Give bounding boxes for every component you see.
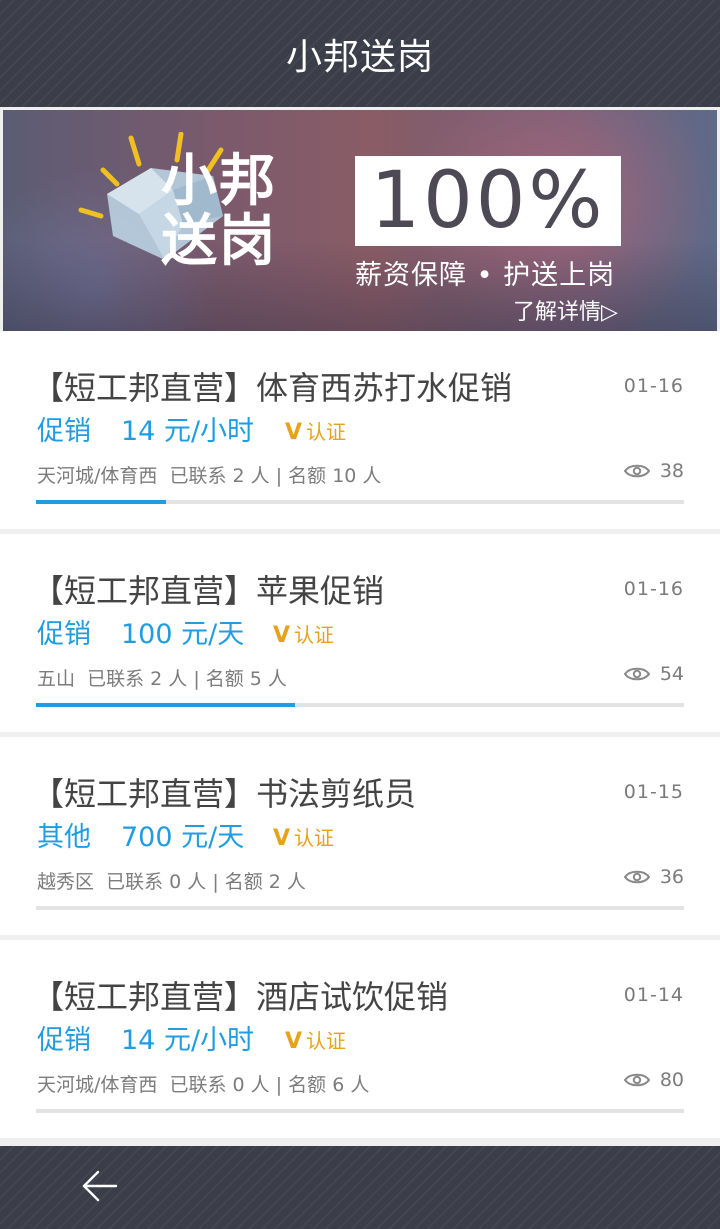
job-category: 促销 bbox=[37, 1025, 91, 1056]
job-quota: 名额 6 人 bbox=[288, 1074, 370, 1096]
job-date: 01-14 bbox=[623, 984, 684, 1006]
job-location: 天河城/体育西 bbox=[37, 465, 158, 487]
eye-icon bbox=[623, 464, 650, 478]
job-date: 01-16 bbox=[623, 375, 684, 397]
verified-label: 认证 bbox=[306, 420, 347, 444]
banner-logo-line1: 小邦 bbox=[161, 149, 277, 214]
job-card[interactable]: 【短工邦直营】苹果促销 01-16 促销 100 元/天 V 认证 五山 已联系 … bbox=[0, 534, 720, 732]
verified-badge: V 认证 bbox=[285, 1025, 346, 1054]
top-bar: 小邦送岗 bbox=[0, 0, 720, 107]
job-quota: 名额 5 人 bbox=[205, 668, 287, 690]
view-count: 54 bbox=[623, 663, 684, 685]
banner-slogan: 薪资保障 • 护送上岗 bbox=[355, 260, 616, 291]
verified-label: 认证 bbox=[306, 1029, 347, 1053]
job-location: 天河城/体育西 bbox=[37, 1074, 158, 1096]
job-contacted: 已联系 2 人 bbox=[169, 465, 270, 487]
banner-logo-line2: 送岗 bbox=[161, 209, 277, 274]
job-card[interactable]: 【短工邦直营】书法剪纸员 01-15 其他 700 元/天 V 认证 越秀区 已联… bbox=[0, 737, 720, 935]
job-contacted: 已联系 0 人 bbox=[169, 1074, 270, 1096]
verified-label: 认证 bbox=[294, 826, 335, 850]
view-count: 38 bbox=[623, 460, 684, 482]
percentage-box: 100% bbox=[355, 156, 621, 246]
job-meta: 天河城/体育西 已联系 0 人 | 名额 6 人 bbox=[37, 1074, 370, 1096]
job-category: 促销 bbox=[37, 619, 91, 650]
view-count-value: 54 bbox=[659, 663, 684, 685]
job-location: 五山 bbox=[37, 668, 76, 690]
view-count-value: 80 bbox=[659, 1069, 684, 1091]
job-title: 【短工邦直营】苹果促销 bbox=[32, 572, 385, 610]
view-count: 36 bbox=[623, 866, 684, 888]
job-meta: 天河城/体育西 已联系 2 人 | 名额 10 人 bbox=[37, 465, 382, 487]
job-quota: 名额 2 人 bbox=[224, 871, 306, 893]
job-salary: 700 元/天 bbox=[121, 822, 245, 853]
job-salary: 14 元/小时 bbox=[121, 1025, 255, 1056]
verified-v-icon: V bbox=[273, 826, 291, 851]
job-card[interactable]: 【短工邦直营】酒店试饮促销 01-14 促销 14 元/小时 V 认证 天河城/体… bbox=[0, 940, 720, 1138]
job-date: 01-16 bbox=[623, 578, 684, 600]
view-count-value: 38 bbox=[659, 460, 684, 482]
job-location: 越秀区 bbox=[37, 871, 95, 893]
progress-track bbox=[36, 500, 684, 504]
eye-icon bbox=[623, 1073, 650, 1087]
job-contacted: 已联系 0 人 bbox=[106, 871, 207, 893]
verified-label: 认证 bbox=[294, 623, 335, 647]
progress-track bbox=[36, 906, 684, 910]
job-salary: 100 元/天 bbox=[121, 619, 245, 650]
job-salary: 14 元/小时 bbox=[121, 416, 255, 447]
verified-badge: V 认证 bbox=[273, 822, 334, 851]
progress-fill bbox=[36, 703, 296, 707]
learn-more-link[interactable]: 了解详情▷ bbox=[513, 294, 618, 326]
verified-v-icon: V bbox=[273, 623, 291, 648]
job-title: 【短工邦直营】酒店试饮促销 bbox=[32, 978, 449, 1016]
verified-v-icon: V bbox=[285, 1029, 303, 1054]
view-count-value: 36 bbox=[659, 866, 684, 888]
job-contacted: 已联系 2 人 bbox=[87, 668, 188, 690]
job-meta: 五山 已联系 2 人 | 名额 5 人 bbox=[37, 668, 287, 690]
eye-icon bbox=[623, 667, 650, 681]
job-title: 【短工邦直营】书法剪纸员 bbox=[32, 775, 417, 813]
job-title: 【短工邦直营】体育西苏打水促销 bbox=[32, 369, 513, 407]
progress-track bbox=[36, 1109, 684, 1113]
job-category: 促销 bbox=[37, 416, 91, 447]
job-category: 其他 bbox=[37, 822, 91, 853]
progress-track bbox=[36, 703, 684, 707]
verified-badge: V 认证 bbox=[273, 619, 334, 648]
view-count: 80 bbox=[623, 1069, 684, 1091]
percentage-text: 100% bbox=[370, 156, 606, 246]
progress-fill bbox=[36, 500, 166, 504]
job-quota: 名额 10 人 bbox=[288, 465, 382, 487]
page-title: 小邦送岗 bbox=[285, 36, 434, 78]
banner-logo-text: 小邦 送岗 bbox=[161, 152, 331, 272]
eye-icon bbox=[623, 870, 650, 884]
promo-banner[interactable]: 小邦 送岗 100% 薪资保障 • 护送上岗 了解详情▷ bbox=[3, 110, 717, 331]
job-card[interactable]: 【短工邦直营】体育西苏打水促销 01-16 促销 14 元/小时 V 认证 天河城… bbox=[0, 331, 720, 529]
bottom-bar bbox=[0, 1146, 720, 1229]
job-date: 01-15 bbox=[623, 781, 684, 803]
arrow-left-icon[interactable] bbox=[80, 1166, 120, 1206]
job-meta: 越秀区 已联系 0 人 | 名额 2 人 bbox=[37, 871, 306, 893]
verified-v-icon: V bbox=[285, 420, 303, 445]
verified-badge: V 认证 bbox=[285, 416, 346, 445]
